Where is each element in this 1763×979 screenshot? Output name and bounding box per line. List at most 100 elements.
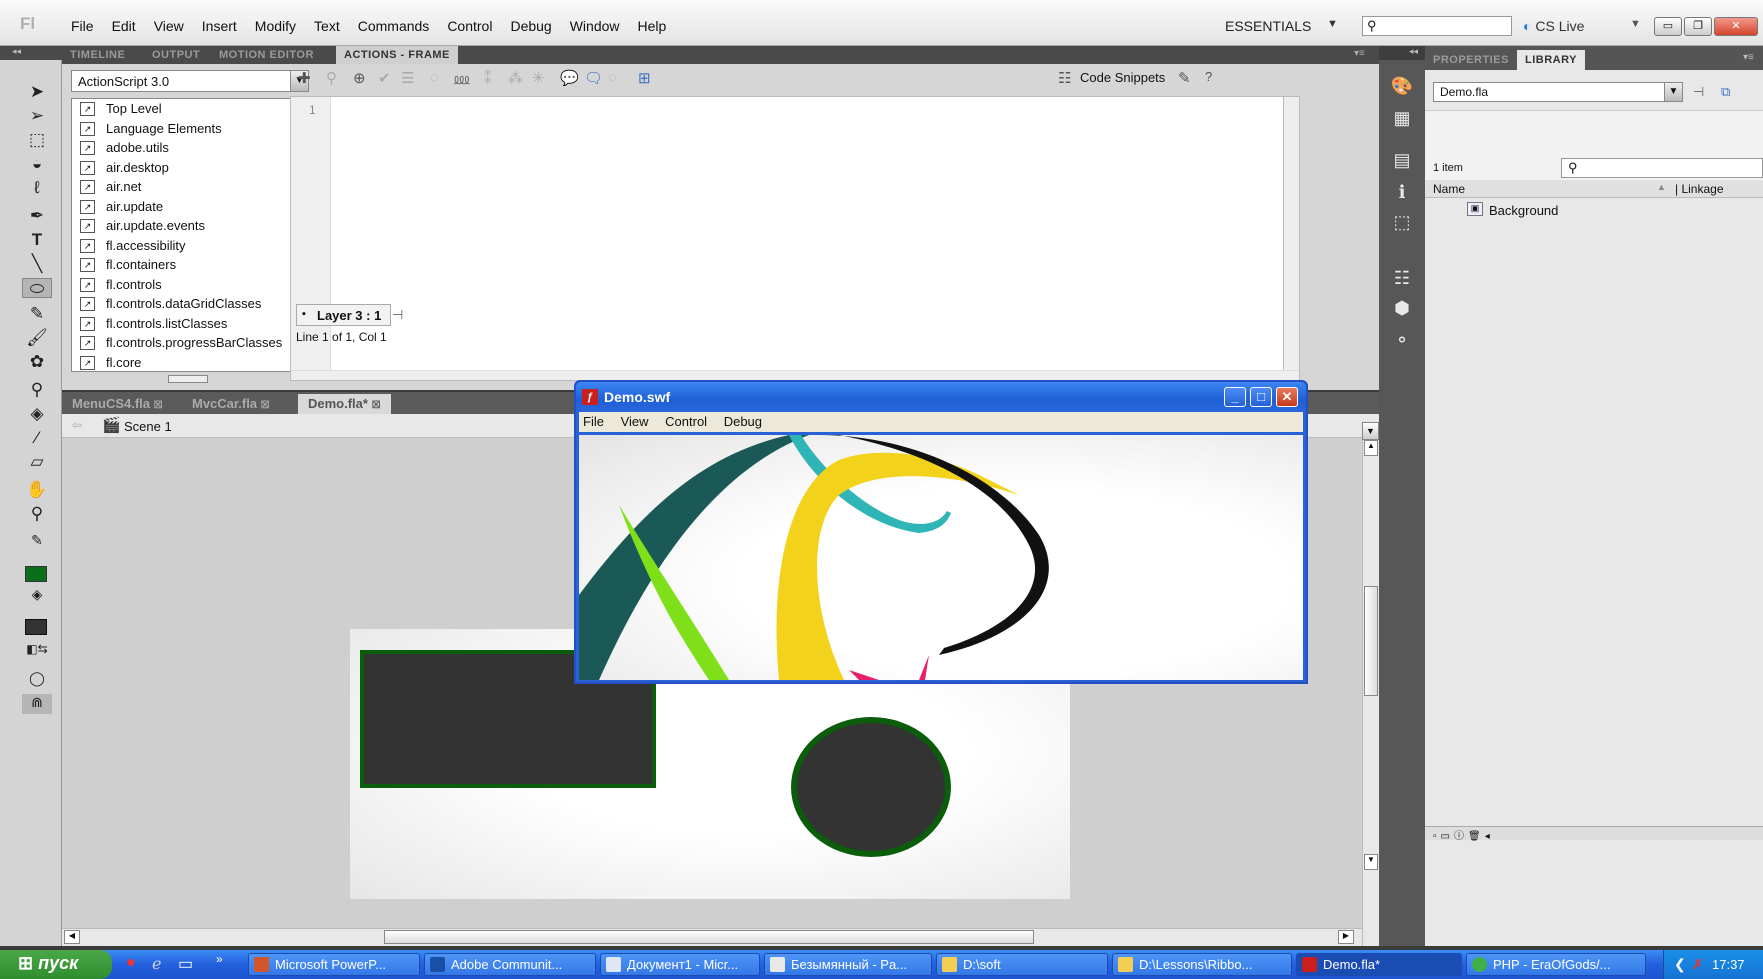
transform-icon[interactable]: ⬚: [1389, 212, 1415, 236]
chevron-down-icon[interactable]: ▼: [1327, 18, 1338, 30]
menu-text[interactable]: Text: [305, 18, 349, 34]
menu-view[interactable]: View: [145, 18, 193, 34]
close-icon[interactable]: ☒: [372, 400, 381, 411]
task-adobe-community[interactable]: Adobe Communit...: [424, 953, 596, 976]
motion-presets-icon[interactable]: ⚬: [1389, 330, 1415, 354]
resize-handle[interactable]: [168, 375, 208, 383]
pen-tool-icon[interactable]: ✒: [22, 206, 52, 226]
hand-tool-icon[interactable]: ✋: [22, 480, 52, 500]
tree-item[interactable]: ↗ adobe.utils: [72, 138, 292, 157]
tab-properties[interactable]: PROPERTIES: [1425, 50, 1517, 70]
tree-item[interactable]: ↗ fl.containers: [72, 255, 292, 274]
help-search-input[interactable]: ⚲: [1362, 16, 1512, 36]
task-paint[interactable]: Безымянный - Pa...: [764, 953, 932, 976]
collapse-icon[interactable]: ◂◂: [1379, 46, 1425, 60]
tree-item[interactable]: ↗ fl.controls.listClasses: [72, 314, 292, 333]
auto-format-icon[interactable]: ☰: [401, 69, 414, 87]
swf-menu-control[interactable]: Control: [665, 414, 707, 429]
tray-antivirus-icon[interactable]: ✗: [1692, 950, 1704, 979]
fill-color-swatch[interactable]: [25, 619, 47, 635]
code-snippets-button[interactable]: Code Snippets: [1080, 70, 1165, 85]
quicklaunch-ie-icon[interactable]: ℯ: [152, 954, 161, 974]
subselection-tool-icon[interactable]: ➢: [22, 106, 52, 126]
stage-hscroll[interactable]: ◀ ▶: [62, 928, 1362, 946]
scroll-up-icon[interactable]: ▲: [1364, 440, 1378, 456]
task-folder-soft[interactable]: D:\soft: [936, 953, 1108, 976]
doc-tab-demo[interactable]: Demo.fla* ☒: [298, 394, 391, 414]
pencil-tool-icon[interactable]: ✎: [22, 304, 52, 324]
line-comment-icon[interactable]: 🗨: [584, 69, 603, 87]
maximize-button[interactable]: □: [1250, 387, 1272, 407]
new-symbol-icon[interactable]: ▫: [1433, 831, 1441, 842]
menu-modify[interactable]: Modify: [246, 18, 305, 34]
tab-timeline[interactable]: TIMELINE: [62, 46, 133, 64]
close-icon[interactable]: ☒: [154, 400, 163, 411]
swf-menu-view[interactable]: View: [621, 414, 649, 429]
doc-tab-mvccar[interactable]: MvcCar.fla ☒: [182, 394, 280, 414]
library-item[interactable]: ▣ Background: [1425, 200, 1763, 220]
scene-label[interactable]: Scene 1: [124, 419, 172, 434]
library-search-input[interactable]: ⚲: [1561, 158, 1763, 178]
block-comment-icon[interactable]: 💬: [560, 69, 579, 87]
info-icon[interactable]: ℹ: [1389, 182, 1415, 206]
menu-insert[interactable]: Insert: [193, 18, 246, 34]
menu-help[interactable]: Help: [629, 18, 676, 34]
chevron-down-icon[interactable]: ▼: [1630, 18, 1641, 30]
panel-menu-icon[interactable]: ▾≡: [1354, 48, 1365, 59]
script-editor[interactable]: 1: [290, 96, 1300, 381]
check-syntax-icon[interactable]: ✔: [378, 69, 391, 87]
quicklaunch-desktop-icon[interactable]: ▭: [178, 954, 193, 974]
sort-ascending-icon[interactable]: ▲: [1657, 182, 1666, 192]
menu-file[interactable]: File: [62, 18, 103, 34]
zoom-dropdown-icon[interactable]: ▼: [1362, 422, 1379, 440]
tree-item[interactable]: ↗ air.desktop: [72, 158, 292, 177]
align-icon[interactable]: ▤: [1389, 150, 1415, 174]
tree-item[interactable]: ↗ fl.core: [72, 353, 292, 372]
free-transform-tool-icon[interactable]: ⬚: [22, 130, 52, 150]
tree-item[interactable]: ↗ Top Level: [72, 99, 292, 118]
eraser-icon[interactable]: ▱: [22, 452, 52, 472]
snap-icon[interactable]: ◯: [22, 670, 52, 690]
editor-hscroll[interactable]: [291, 370, 1299, 380]
task-php-editor[interactable]: PHP - EraOfGods/...: [1466, 953, 1646, 976]
collapse-selection-icon[interactable]: ⁂: [508, 69, 523, 87]
bone-tool-icon[interactable]: ⚲: [22, 380, 52, 400]
eyedropper-icon[interactable]: ⁄: [22, 428, 52, 448]
lasso-tool-icon[interactable]: ℓ: [22, 178, 52, 198]
selection-tool-icon[interactable]: ➤: [22, 82, 52, 102]
minimize-button[interactable]: ▭: [1654, 17, 1682, 36]
menu-commands[interactable]: Commands: [349, 18, 439, 34]
quicklaunch-opera-icon[interactable]: ●: [126, 954, 136, 972]
collapse-icon[interactable]: ◂◂: [0, 46, 62, 60]
panel-menu-icon[interactable]: ▾≡: [1743, 52, 1754, 63]
column-linkage[interactable]: | Linkage: [1675, 182, 1724, 196]
swf-menu-debug[interactable]: Debug: [724, 414, 762, 429]
scroll-left-icon[interactable]: ◂: [1485, 831, 1494, 842]
scroll-left-icon[interactable]: ◀: [64, 930, 80, 944]
tree-item[interactable]: ↗ air.update.events: [72, 216, 292, 235]
menu-control[interactable]: Control: [438, 18, 501, 34]
quicklaunch-more-icon[interactable]: »: [216, 952, 223, 966]
swf-content[interactable]: [579, 435, 1303, 680]
delete-icon[interactable]: 🗑: [1468, 831, 1485, 842]
cs-live-button[interactable]: ◐ CS Live: [1523, 18, 1584, 34]
magnet-icon[interactable]: ⋒: [22, 694, 52, 714]
oval-tool-icon[interactable]: ⬭: [22, 278, 52, 298]
code-snippets-panel-icon[interactable]: ☷: [1389, 268, 1415, 292]
stage-vscroll[interactable]: ▲ ▼: [1362, 438, 1379, 946]
wand-icon[interactable]: ✎: [1178, 69, 1191, 87]
tab-motion-editor[interactable]: MOTION EDITOR: [211, 46, 322, 64]
swf-titlebar[interactable]: ƒ Demo.swf _ □ ✕: [576, 382, 1306, 412]
tree-item[interactable]: ↗ fl.controls.progressBarClasses: [72, 333, 292, 352]
swatches-icon[interactable]: ▦: [1389, 108, 1415, 132]
menu-window[interactable]: Window: [561, 18, 629, 34]
swf-menu-file[interactable]: File: [583, 414, 604, 429]
brush-tool-icon[interactable]: 🖌: [22, 328, 52, 348]
task-word-document[interactable]: Документ1 - Micr...: [600, 953, 760, 976]
close-button[interactable]: ✕: [1714, 17, 1758, 36]
3d-rotation-tool-icon[interactable]: ◒: [22, 154, 52, 174]
menu-edit[interactable]: Edit: [103, 18, 145, 34]
add-statement-icon[interactable]: ✚: [298, 69, 311, 87]
start-button[interactable]: ⊞ пуск: [0, 950, 112, 979]
task-powerpoint[interactable]: Microsoft PowerP...: [248, 953, 420, 976]
